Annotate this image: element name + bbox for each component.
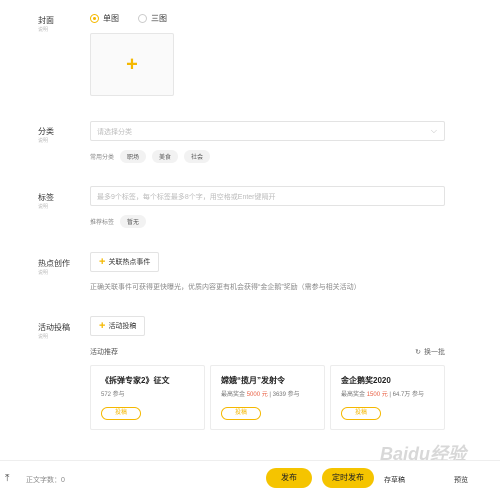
refresh-icon: ↻ (415, 349, 421, 356)
activity-card-meta: 572 参与 (101, 392, 125, 398)
schedule-publish-button[interactable]: 定时发布 (322, 468, 374, 488)
back-to-top-icon[interactable]: ⤒ (5, 473, 9, 484)
common-categories: 常用分类 职场 美食 社会 (90, 150, 211, 163)
link-hot-event-button[interactable]: + 关联热点事件 (90, 252, 160, 272)
save-draft-button[interactable]: 存草稿 (384, 475, 405, 485)
tags-sub: 说明 (38, 204, 49, 210)
hot-note: 正确关联事件可获得更快曝光，优质内容更有机会获得“金企鹅”奖励（需参与相关活动） (90, 284, 361, 291)
common-category-label: 常用分类 (90, 155, 115, 161)
activity-card-title: 金企鹅奖2020 (341, 376, 391, 385)
activity-card-title: 《拆弹专家2》征文 (101, 376, 170, 385)
category-label: 分类 (38, 127, 54, 136)
category-chip[interactable]: 美食 (152, 150, 179, 163)
radio-single-label: 单图 (103, 14, 119, 23)
refresh-label: 换一批 (424, 349, 445, 356)
activity-card-meta: 最高奖金 5000 元 | 3639 参与 (221, 391, 321, 400)
activity-card-submit-button[interactable]: 投稿 (221, 407, 261, 420)
hot-label: 热点创作 (38, 259, 70, 268)
activity-recommend-header: 活动推荐 ↻ 换一批 (90, 347, 445, 357)
activity-submit-button[interactable]: + 活动投稿 (90, 316, 146, 336)
radio-unchecked-icon (138, 14, 147, 23)
radio-single-image[interactable]: 单图 (90, 13, 119, 24)
recommend-tags-value: 暂无 (120, 215, 147, 228)
participants: | 3639 参与 (269, 392, 300, 398)
activity-card: 嫦娥“揽月”发射令 最高奖金 5000 元 | 3639 参与 投稿 (210, 365, 325, 430)
category-sub: 说明 (38, 138, 49, 144)
activity-label: 活动投稿 (38, 323, 70, 332)
radio-three-image[interactable]: 三图 (138, 13, 167, 24)
category-chip[interactable]: 社会 (184, 150, 211, 163)
chevron-down-icon: ⌵ (430, 126, 437, 135)
category-select[interactable]: 请选择分类 ⌵ (90, 121, 445, 141)
participants: | 64.7万 参与 (389, 392, 424, 398)
hot-sub: 说明 (38, 270, 49, 276)
tags-label: 标签 (38, 193, 54, 202)
bottom-toolbar: ⤒ 正文字数：0 发布 定时发布 存草稿 预览 (0, 460, 500, 497)
link-hot-event-label: 关联热点事件 (108, 259, 151, 266)
activity-card-title: 嫦娥“揽月”发射令 (221, 376, 285, 385)
preview-button[interactable]: 预览 (454, 475, 468, 485)
plus-icon: + (99, 256, 106, 268)
prize-prefix: 最高奖金 (341, 392, 366, 398)
recommended-tags: 推荐标签 暂无 (90, 215, 147, 228)
activity-card: 《拆弹专家2》征文 572 参与 投稿 (90, 365, 205, 430)
radio-three-label: 三图 (151, 14, 167, 23)
activity-card-submit-button[interactable]: 投稿 (101, 407, 141, 420)
tags-input[interactable]: 最多9个标签，每个标签最多8个字，用空格或Enter键隔开 (90, 186, 445, 206)
cover-label: 封面 (38, 16, 54, 25)
plus-icon: + (99, 320, 106, 332)
category-chip[interactable]: 职场 (120, 150, 147, 163)
prize-amount: 1500 元 (366, 392, 388, 398)
refresh-button[interactable]: ↻ 换一批 (415, 347, 445, 357)
activity-card-meta: 最高奖金 1500 元 | 64.7万 参与 (341, 391, 441, 400)
activity-card: 金企鹅奖2020 最高奖金 1500 元 | 64.7万 参与 投稿 (330, 365, 445, 430)
publish-button[interactable]: 发布 (266, 468, 312, 488)
recommend-tags-label: 推荐标签 (90, 220, 115, 226)
radio-checked-icon (90, 14, 99, 23)
tags-placeholder: 最多9个标签，每个标签最多8个字，用空格或Enter键隔开 (97, 194, 276, 201)
cover-upload-box[interactable]: + (90, 33, 174, 96)
word-count: 正文字数：0 (26, 477, 65, 484)
cover-sub: 说明 (38, 27, 49, 33)
activity-submit-label: 活动投稿 (108, 323, 137, 330)
prize-prefix: 最高奖金 (221, 392, 246, 398)
prize-amount: 5000 元 (246, 392, 268, 398)
plus-icon: + (126, 53, 138, 75)
category-placeholder: 请选择分类 (97, 129, 132, 136)
activity-sub: 说明 (38, 334, 49, 340)
activity-card-submit-button[interactable]: 投稿 (341, 407, 381, 420)
activity-recommend-title: 活动推荐 (90, 349, 118, 356)
